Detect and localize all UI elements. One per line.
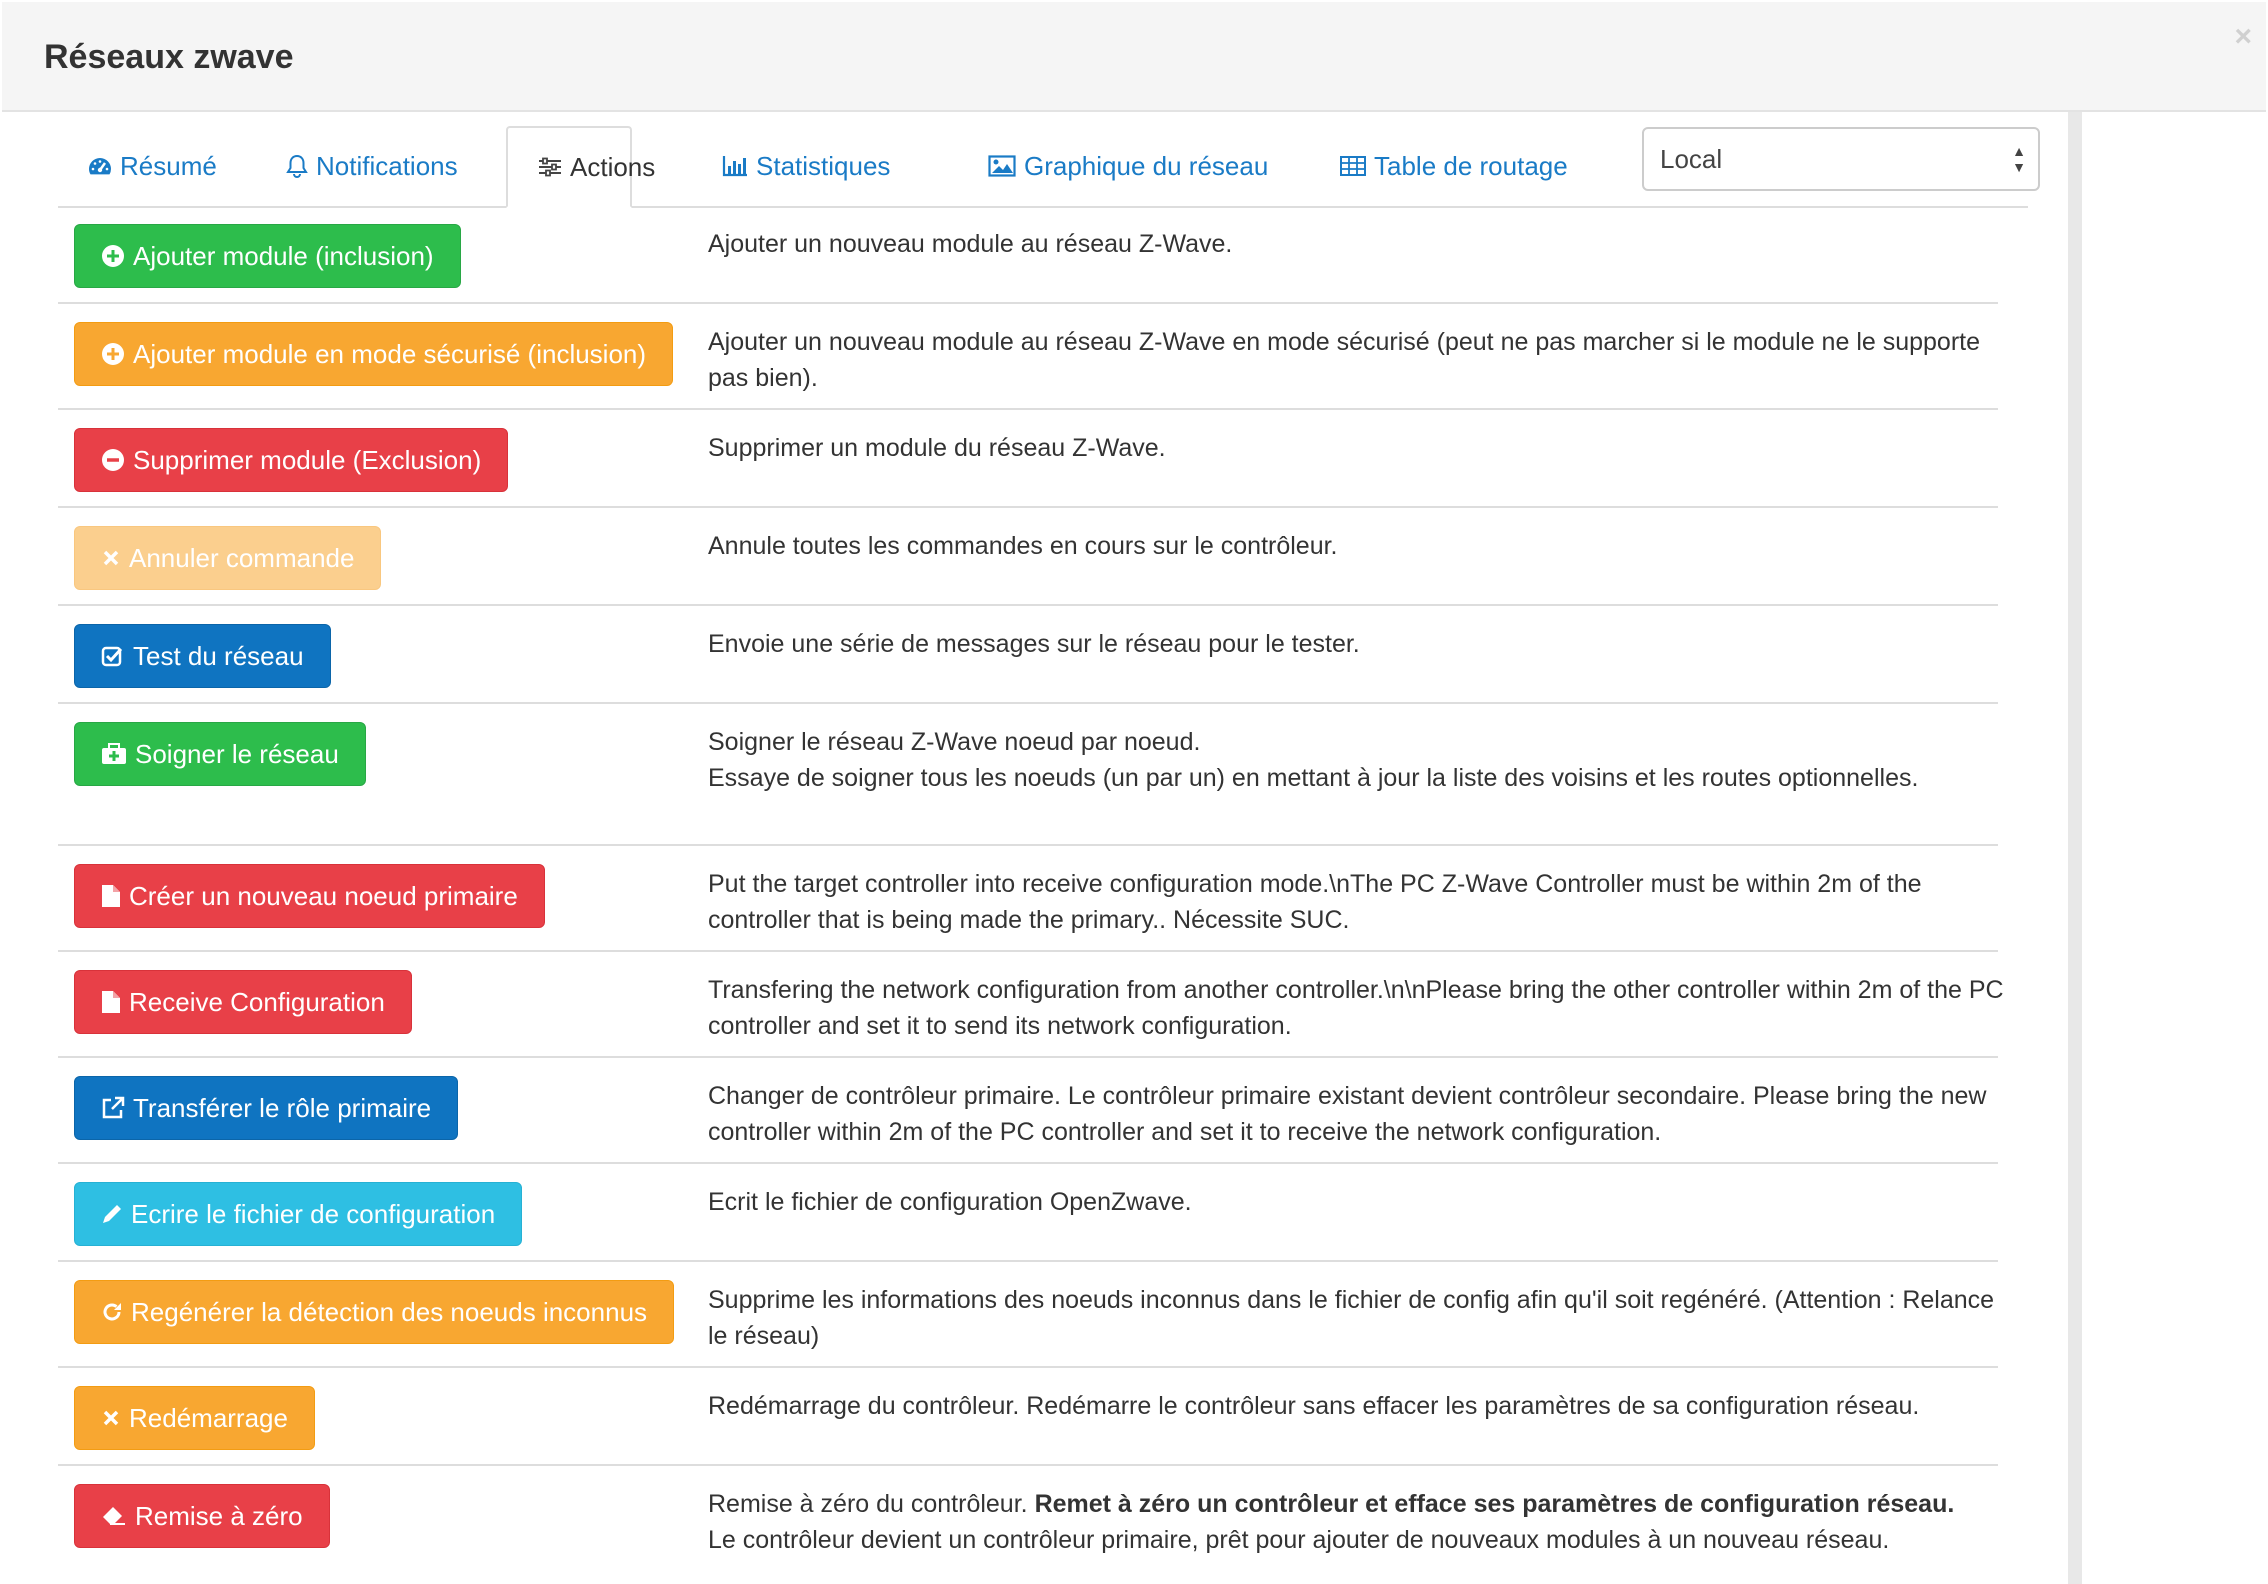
action-description: Redémarrage du contrôleur. Redémarre le … (708, 1392, 1920, 1420)
action-description: Ecrit le fichier de configuration OpenZw… (708, 1188, 1192, 1216)
dashboard-icon (88, 155, 112, 177)
medkit-icon (101, 743, 127, 765)
refresh-icon (101, 1301, 123, 1323)
button-label: Redémarrage (129, 1402, 288, 1433)
reset-button[interactable]: Remise à zéro (74, 1484, 330, 1548)
scrollbar[interactable] (2068, 112, 2082, 1584)
action-description: Ajouter un nouveau module au réseau Z-Wa… (708, 230, 1233, 258)
action-row-regenerate: Regénérer la détection des noeuds inconn… (58, 1262, 1998, 1368)
select-arrows-icon: ▲ ▼ (2012, 143, 2026, 175)
button-label: Test du réseau (133, 640, 304, 671)
action-description: Annule toutes les commandes en cours sur… (708, 532, 1338, 560)
action-row-restart: Redémarrage Redémarrage du contrôleur. R… (58, 1368, 1998, 1466)
button-label: Regénérer la détection des noeuds inconn… (131, 1296, 648, 1327)
plus-circle-icon (101, 244, 125, 268)
tab-label: Table de routage (1374, 150, 1568, 181)
tab-notifications[interactable]: Notifications (256, 126, 488, 206)
description-line: Soigner le réseau Z-Wave noeud par noeud… (708, 728, 1201, 756)
action-row-test: Test du réseau Envoie une série de messa… (58, 606, 1998, 704)
times-icon (101, 1408, 121, 1428)
button-label: Ecrire le fichier de configuration (131, 1198, 496, 1229)
description-line: Remise à zéro du contrôleur. Remet à zér… (708, 1486, 2008, 1522)
button-label: Annuler commande (129, 542, 355, 573)
tab-resume[interactable]: Résumé (58, 126, 247, 206)
external-link-icon (101, 1096, 125, 1120)
minus-circle-icon (101, 448, 125, 472)
side-blank (2082, 112, 2268, 1584)
action-description: Changer de contrôleur primaire. Le contr… (708, 1082, 1987, 1146)
action-row-transfer-primary: Transférer le rôle primaire Changer de c… (58, 1058, 1998, 1164)
action-description: Supprimer un module du réseau Z-Wave. (708, 434, 1166, 462)
tab-routage[interactable]: Table de routage (1310, 126, 1598, 206)
plus-circle-icon (101, 342, 125, 366)
action-row-receive-config: Receive Configuration Transfering the ne… (58, 952, 2004, 1058)
action-row-heal: Soigner le réseau Soigner le réseau Z-Wa… (58, 704, 1998, 846)
close-icon[interactable]: × (2234, 20, 2252, 54)
button-label: Ajouter module en mode sécurisé (inclusi… (133, 338, 647, 369)
sliders-icon (538, 157, 562, 177)
button-label: Remise à zéro (135, 1500, 303, 1531)
button-label: Supprimer module (Exclusion) (133, 444, 482, 475)
eraser-icon (101, 1506, 127, 1526)
action-description: Supprime les informations des noeuds inc… (708, 1286, 1995, 1350)
action-row-create-primary: Créer un nouveau noeud primaire Put the … (58, 846, 1998, 952)
action-row-write-config: Ecrire le fichier de configuration Ecrit… (58, 1164, 1998, 1262)
file-icon (101, 884, 121, 908)
bar-chart-icon (722, 155, 748, 177)
action-description: Put the target controller into receive c… (708, 870, 1922, 934)
tab-label: Graphique du réseau (1024, 150, 1269, 181)
description-bold-text: Remet à zéro un contrôleur et efface ses… (1034, 1490, 1955, 1518)
file-icon (101, 990, 121, 1014)
cancel-command-button[interactable]: Annuler commande (74, 526, 382, 590)
tab-graphique[interactable]: Graphique du réseau (958, 126, 1298, 206)
button-label: Transférer le rôle primaire (133, 1092, 432, 1123)
pencil-icon (101, 1203, 123, 1225)
remove-module-button[interactable]: Supprimer module (Exclusion) (74, 428, 509, 492)
action-row-secure-inclusion: Ajouter module en mode sécurisé (inclusi… (58, 304, 1998, 410)
action-row-cancel: Annuler commande Annule toutes les comma… (58, 508, 1998, 606)
action-row-exclusion: Supprimer module (Exclusion) Supprimer u… (58, 410, 1998, 508)
actions-table: Ajouter module (inclusion) Ajouter un no… (58, 206, 2004, 1576)
tab-label: Actions (570, 151, 656, 182)
button-label: Soigner le réseau (135, 738, 339, 769)
heal-network-button[interactable]: Soigner le réseau (74, 722, 366, 786)
action-row-reset: Remise à zéro Remise à zéro du contrôleu… (58, 1466, 1998, 1576)
button-label: Ajouter module (inclusion) (133, 240, 434, 271)
button-label: Receive Configuration (129, 986, 385, 1017)
write-config-file-button[interactable]: Ecrire le fichier de configuration (74, 1182, 523, 1246)
tab-label: Résumé (120, 150, 217, 181)
restart-button[interactable]: Redémarrage (74, 1386, 315, 1450)
controller-select-value: Local (1660, 143, 1723, 174)
bell-icon (286, 154, 308, 178)
check-square-icon (101, 645, 125, 667)
action-description: Envoie une série de messages sur le rése… (708, 630, 1360, 658)
receive-configuration-button[interactable]: Receive Configuration (74, 970, 412, 1034)
action-row-inclusion: Ajouter module (inclusion) Ajouter un no… (58, 206, 1998, 304)
tab-statistiques[interactable]: Statistiques (692, 126, 920, 206)
description-text: Remise à zéro du contrôleur. (708, 1490, 1035, 1518)
action-description: Ajouter un nouveau module au réseau Z-Wa… (708, 328, 1981, 392)
action-description: Remise à zéro du contrôleur. Remet à zér… (708, 1486, 2008, 1558)
add-module-button[interactable]: Ajouter module (inclusion) (74, 224, 461, 288)
test-network-button[interactable]: Test du réseau (74, 624, 331, 688)
regenerate-detection-button[interactable]: Regénérer la détection des noeuds inconn… (74, 1280, 675, 1344)
create-primary-node-button[interactable]: Créer un nouveau noeud primaire (74, 864, 545, 928)
modal-title: Réseaux zwave (44, 38, 294, 76)
add-module-secure-button[interactable]: Ajouter module en mode sécurisé (inclusi… (74, 322, 674, 386)
action-description: Soigner le réseau Z-Wave noeud par noeud… (708, 724, 2008, 796)
tab-actions[interactable]: Actions (506, 126, 655, 208)
times-icon (101, 548, 121, 568)
modal-header: Réseaux zwave × (2, 2, 2266, 112)
tab-label: Notifications (316, 150, 458, 181)
action-description: Transfering the network configuration fr… (708, 976, 2004, 1040)
description-line: Le contrôleur devient un contrôleur prim… (708, 1526, 1890, 1554)
transfer-primary-role-button[interactable]: Transférer le rôle primaire (74, 1076, 459, 1140)
description-line: Essaye de soigner tous les noeuds (un pa… (708, 764, 1919, 792)
tab-label: Statistiques (756, 150, 891, 181)
button-label: Créer un nouveau noeud primaire (129, 880, 518, 911)
table-icon (1340, 156, 1366, 176)
controller-select[interactable]: Local ▲ ▼ (1642, 127, 2040, 191)
picture-icon (988, 155, 1016, 177)
